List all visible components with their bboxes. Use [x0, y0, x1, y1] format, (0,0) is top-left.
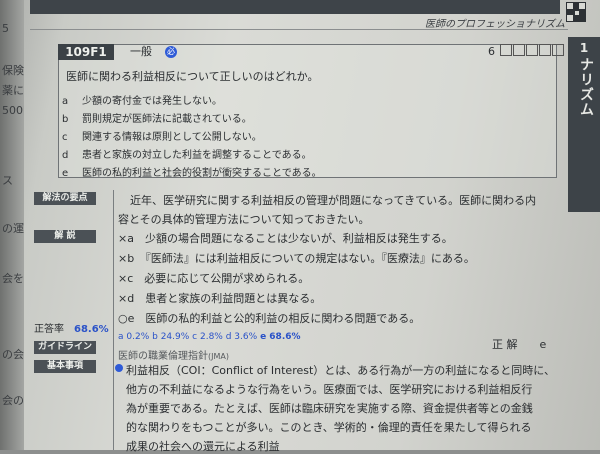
explanation-text: 医師の私的利益と公的利益の相反に関わる問題である。: [145, 312, 421, 325]
top-bar: [30, 0, 560, 14]
chapter-number: 1: [579, 41, 589, 55]
choice-label: a: [62, 96, 69, 107]
basics-line: 成果の社会への還元による利益: [126, 440, 280, 453]
choice-label: e: [62, 168, 69, 179]
explanation-label: d: [127, 292, 135, 305]
answer-value: e: [539, 338, 547, 351]
key-points-line: 容とその具体的管理方法について知っておきたい。: [118, 213, 370, 226]
explanation-mark: ○: [118, 312, 128, 325]
explanation-e: ○e 医師の私的利益と公的利益の相反に関わる問題である。: [118, 310, 420, 326]
checkbox-icon[interactable]: [499, 44, 512, 56]
left-fragment: 会を: [2, 272, 24, 285]
choice-text: 罰則規定が医師法に記載されている。: [82, 114, 252, 125]
choice-label: b: [62, 114, 69, 125]
question-header: 109F1 一般 必 6: [58, 44, 564, 60]
explanation-label: e: [127, 312, 135, 325]
explanation-label: a: [127, 232, 134, 245]
choice-d: d 患者と家族の対立した利益を調整することである。: [62, 146, 312, 161]
explanation-mark: ×: [118, 232, 128, 245]
explanation-text: 患者と家族の利益問題とは異なる。: [145, 292, 322, 305]
left-fragment: の会社: [2, 348, 24, 361]
answer: 正 解 e: [492, 336, 546, 352]
correct-rate-value: 68.6%: [74, 324, 109, 335]
left-fragment: 薬に: [2, 84, 24, 97]
left-fragment: 会の合: [2, 394, 24, 407]
basics-tag: 基本事項: [34, 360, 96, 373]
guideline-tag: ガイドライン: [34, 341, 96, 354]
dist-d: d 3.6%: [225, 332, 258, 342]
explanation-text: 必要に応じて公開が求められる。: [144, 272, 310, 285]
key-points-tag: 解法の要点: [34, 192, 96, 205]
key-points-line: 近年、医学研究に関する利益相反の管理が問題になってきている。医師に関わる内: [130, 194, 537, 207]
dist-e: e 68.6%: [260, 332, 301, 342]
answer-distribution: a 0.2% b 24.9% c 2.8% d 3.6% e 68.6%: [118, 332, 301, 342]
correct-rate-label: 正答率: [34, 324, 64, 335]
header-rule: [30, 29, 568, 30]
checkbox-icon[interactable]: [538, 44, 551, 56]
explanation-a: ×a 少額の場合問題になることは少ないが、利益相反は発生する。: [118, 230, 453, 246]
choice-c: c 関連する情報は原則として公開しない。: [62, 128, 262, 143]
basics-line: 利益相反（COI：Conflict of Interest）とは、ある行為が一方…: [126, 364, 555, 377]
explanation-label: b: [127, 252, 135, 265]
correct-rate: 正答率 68.6%: [34, 320, 109, 335]
choice-label: c: [62, 132, 68, 143]
checkbox-icon[interactable]: [512, 44, 525, 56]
explanation-text: 『医師法』には利益相反についての規定はない。『医療法』にある。: [145, 252, 475, 265]
left-fragment: 保険: [2, 64, 24, 77]
choice-b: b 罰則規定が医師法に記載されている。: [62, 110, 252, 125]
explanation-mark: ×: [118, 252, 128, 265]
explanation-tag: 解 説: [34, 230, 96, 243]
dist-b: b 24.9%: [152, 332, 190, 342]
question-stem: 医師に関わる利益相反について正しいのはどれか。: [66, 70, 319, 83]
explanation-label: c: [127, 272, 134, 285]
guideline-text: 医師の職業倫理指針(JMA): [118, 347, 229, 362]
explanation-mark: ×: [118, 292, 128, 305]
bullet-icon: [115, 364, 123, 372]
column-divider: [113, 190, 114, 450]
left-fragment: ス: [2, 174, 13, 187]
choice-label: d: [62, 150, 69, 161]
left-fragment: 500円: [2, 104, 24, 117]
answer-label: 正 解: [492, 338, 518, 351]
choice-text: 患者と家族の対立した利益を調整することである。: [82, 150, 312, 161]
basics-line: 為が重要である。たとえば、医師は臨床研究を実施する際、資金提供者等との金銭: [126, 402, 533, 415]
question-number: 6: [488, 44, 564, 60]
required-mark-icon: 必: [165, 46, 177, 58]
question-number-value: 6: [488, 45, 495, 58]
left-page-fragments: 5 保険 薬に 500円 ス の運営 会を の会社 会の合: [0, 22, 24, 450]
explanation-c: ×c 必要に応じて公開が求められる。: [118, 270, 309, 286]
question-id: 109F1: [58, 44, 114, 60]
qr-code-icon: [566, 2, 586, 22]
choice-text: 医師の私的利益と社会的役割が衝突することである。: [82, 168, 322, 179]
explanation-text: 少額の場合問題になることは少ないが、利益相反は発生する。: [144, 232, 453, 245]
guideline-title: 医師の職業倫理指針: [118, 351, 208, 362]
checkbox-icon[interactable]: [525, 44, 538, 56]
running-head: 医師のプロフェッショナリズム: [425, 19, 565, 30]
dist-a: a 0.2%: [118, 332, 150, 342]
guideline-source: (JMA): [208, 352, 229, 361]
dist-c: c 2.8%: [192, 332, 223, 342]
choice-text: 少額の寄付金では発生しない。: [82, 96, 222, 107]
choice-a: a 少額の寄付金では発生しない。: [62, 92, 222, 107]
explanation-d: ×d 患者と家族の利益問題とは異なる。: [118, 290, 321, 306]
chapter-tab: 1 医師のプロフェッショナリズム: [568, 37, 600, 212]
checkbox-icon[interactable]: [551, 44, 564, 56]
basics-line: 的な関わりをもつことが多い。このとき、学術的・倫理的責任を果たして得られる: [126, 421, 532, 434]
choice-text: 関連する情報は原則として公開しない。: [82, 132, 262, 143]
choice-e: e 医師の私的利益と社会的役割が衝突することである。: [62, 164, 322, 179]
chapter-title: 医師のプロフェッショナリズム: [578, 57, 600, 207]
left-fragment: の運営: [2, 222, 24, 235]
explanation-mark: ×: [118, 272, 128, 285]
left-fragment: 5: [2, 22, 9, 35]
question-category: 一般: [130, 45, 152, 58]
basics-line: 他方の不利益になるような行為をいう。医療面では、医学研究における利益相反行: [126, 383, 533, 396]
explanation-b: ×b 『医師法』には利益相反についての規定はない。『医療法』にある。: [118, 250, 475, 266]
